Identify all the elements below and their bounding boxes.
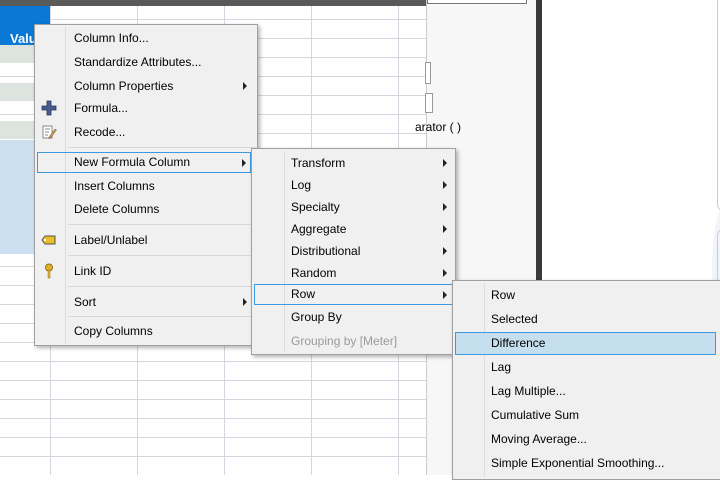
submenu-arrow-icon [443,225,447,233]
submenu-arrow-icon [443,203,447,211]
menu-item-formula[interactable]: Formula... [35,97,257,119]
menu-label: Distributional [291,244,361,258]
submenu-arrow-icon [243,82,247,90]
separator-label: arator ( ) [415,120,462,134]
menu-item-sort[interactable]: Sort [35,291,257,313]
row-submenu: Row Selected Difference Lag Lag Multiple… [452,280,720,480]
table-row[interactable] [0,121,34,139]
menu-label: Transform [291,156,346,170]
row-submenu-item-difference[interactable]: Difference [455,332,716,355]
menu-separator [68,147,255,148]
recode-pencil-icon [42,125,57,139]
plus-icon [41,100,57,116]
selected-rows[interactable] [0,140,34,254]
menu-label: Difference [491,336,546,350]
column-context-menu: Column Info... Standardize Attributes...… [34,24,258,346]
menu-item-new-formula-column[interactable]: New Formula Column [37,152,251,173]
menu-label: Standardize Attributes... [74,55,202,69]
menu-label: Grouping by [Meter] [291,334,398,348]
menu-label: Link ID [74,264,112,278]
menu-label: New Formula Column [74,155,191,169]
menu-item-standardize-attributes[interactable]: Standardize Attributes... [35,51,257,73]
menu-label: Group By [291,310,342,324]
submenu-item-aggregate[interactable]: Aggregate [252,218,455,240]
menu-label: Delete Columns [74,202,160,216]
menu-item-copy-columns[interactable]: Copy Columns [35,320,257,342]
menu-label: Recode... [74,125,126,139]
menu-item-column-info[interactable]: Column Info... [35,27,257,49]
menu-item-label-unlabel[interactable]: Label/Unlabel [35,229,257,251]
row-submenu-item-simple-exponential-smoothing[interactable]: Simple Exponential Smoothing... [453,452,720,474]
menu-separator [68,224,255,225]
menu-label: Sort [74,295,97,309]
panel-box [427,0,527,4]
menu-separator [68,255,255,256]
menu-label: Specialty [291,200,340,214]
menu-label: Selected [491,312,538,326]
submenu-item-log[interactable]: Log [252,174,455,196]
table-row[interactable] [0,45,34,63]
menu-label: Aggregate [291,222,347,236]
menu-label: Column Info... [74,31,149,45]
submenu-item-group-by[interactable]: Group By [252,306,455,328]
menu-label: Cumulative Sum [491,408,580,422]
submenu-item-transform[interactable]: Transform [252,152,455,174]
panel-field[interactable] [425,93,433,113]
panel-field[interactable] [425,62,431,84]
menu-item-link-id[interactable]: Link ID [35,260,257,282]
menu-label: Simple Exponential Smoothing... [491,456,665,470]
menu-separator [68,316,255,317]
submenu-item-distributional[interactable]: Distributional [252,240,455,262]
menu-label: Lag [491,360,512,374]
menu-label: Row [491,288,516,302]
table-row[interactable] [0,83,34,101]
menu-item-recode[interactable]: Recode... [35,121,257,143]
submenu-item-random[interactable]: Random [252,262,455,284]
menu-label: Lag Multiple... [491,384,566,398]
menu-label: Log [291,178,312,192]
menu-label: Insert Columns [74,179,155,193]
menu-label: Random [291,266,337,280]
new-formula-column-submenu: Transform Log Specialty Aggregate Distri… [251,148,456,355]
menu-item-insert-columns[interactable]: Insert Columns [35,175,257,197]
menu-label: Column Properties [74,79,174,93]
submenu-item-row[interactable]: Row [254,284,453,305]
row-submenu-item-cumulative-sum[interactable]: Cumulative Sum [453,404,720,426]
row-submenu-item-moving-average[interactable]: Moving Average... [453,428,720,450]
submenu-arrow-icon [443,269,447,277]
row-submenu-item-selected[interactable]: Selected [453,308,720,330]
menu-label: Label/Unlabel [74,233,148,247]
submenu-arrow-icon [242,159,246,167]
menu-item-column-properties[interactable]: Column Properties [35,75,257,97]
row-submenu-item-lag[interactable]: Lag [453,356,720,378]
menu-item-delete-columns[interactable]: Delete Columns [35,198,257,220]
menu-separator [68,286,255,287]
submenu-arrow-icon [443,159,447,167]
submenu-item-specialty[interactable]: Specialty [252,196,455,218]
key-icon [45,263,53,279]
label-tag-icon [41,235,56,245]
menu-label: Moving Average... [491,432,587,446]
submenu-arrow-icon [443,247,447,255]
menu-label: Formula... [74,101,129,115]
submenu-arrow-icon [443,291,447,299]
menu-label: Row [291,287,316,301]
submenu-item-grouping-by-meter: Grouping by [Meter] [252,330,455,352]
row-submenu-item-lag-multiple[interactable]: Lag Multiple... [453,380,720,402]
menu-label: Copy Columns [74,324,153,338]
row-submenu-item-row[interactable]: Row [453,284,720,306]
submenu-arrow-icon [243,298,247,306]
submenu-arrow-icon [443,181,447,189]
